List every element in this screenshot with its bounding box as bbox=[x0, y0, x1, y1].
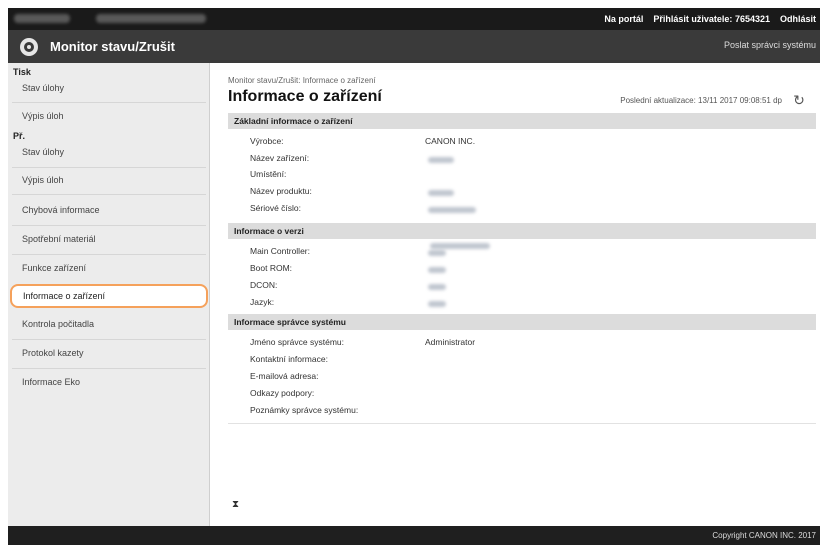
boot-rom-label: Boot ROM: bbox=[250, 263, 293, 273]
divider bbox=[12, 339, 206, 340]
sidebar-item-consumables[interactable]: Spotřební materiál bbox=[12, 228, 206, 250]
user-id: 7654321 bbox=[734, 14, 770, 24]
admin-notes-label: Poznámky správce systému: bbox=[250, 405, 359, 415]
login-user-label: Přihlásit uživatele: 7654321 bbox=[653, 14, 770, 24]
mail-to-admin-link[interactable]: Poslat správci systému bbox=[724, 40, 816, 50]
footer: Copyright CANON INC. 2017 bbox=[8, 526, 820, 545]
sidebar-item-counter-check[interactable]: Kontrola počitadla bbox=[12, 313, 206, 335]
sidebar-item-receive-job-log[interactable]: Výpis úloh bbox=[12, 169, 206, 191]
divider bbox=[12, 254, 206, 255]
admin-name-label: Jméno správce systému: bbox=[250, 337, 345, 347]
sidebar-group-print: Tisk bbox=[13, 67, 31, 77]
copyright: Copyright CANON INC. 2017 bbox=[712, 531, 816, 540]
divider bbox=[12, 102, 206, 103]
email-label: E-mailová adresa: bbox=[250, 371, 319, 381]
sidebar-group-receive: Př. bbox=[13, 131, 26, 141]
sidebar-item-print-job-log[interactable]: Výpis úloh bbox=[12, 105, 206, 127]
blurred-address bbox=[96, 14, 206, 23]
serial-number-value bbox=[428, 207, 476, 213]
page-title: Informace o zařízení bbox=[228, 88, 382, 105]
manufacturer-value: CANON INC. bbox=[425, 136, 476, 146]
main-controller-value bbox=[428, 250, 446, 256]
sidebar-item-print-job-status[interactable]: Stav úlohy bbox=[12, 77, 206, 99]
login-label: Přihlásit uživatele: bbox=[653, 14, 733, 24]
section-basic-info: Základní informace o zařízení bbox=[228, 113, 816, 129]
device-name-label: Název zařízení: bbox=[250, 153, 310, 163]
blurred-overlay bbox=[430, 243, 490, 249]
sidebar-item-device-features[interactable]: Funkce zařízení bbox=[12, 257, 206, 279]
sidebar-item-receive-job-status[interactable]: Stav úlohy bbox=[12, 141, 206, 163]
boot-rom-value bbox=[428, 267, 446, 273]
section-admin-info: Informace správce systému bbox=[228, 314, 816, 330]
dcon-value bbox=[428, 284, 446, 290]
product-name-label: Název produktu: bbox=[250, 186, 312, 196]
last-update-text: Poslední aktualizace: 13/11 2017 09:08:5… bbox=[620, 96, 782, 105]
divider bbox=[12, 194, 206, 195]
blurred-address bbox=[14, 14, 70, 23]
sidebar: Tisk Stav úlohy Výpis úloh Př. Stav úloh… bbox=[8, 63, 210, 526]
sidebar-item-device-info[interactable]: Informace o zařízení bbox=[10, 284, 208, 308]
device-name-value bbox=[428, 157, 454, 163]
location-label: Umístění: bbox=[250, 169, 287, 179]
contact-info-label: Kontaktní informace: bbox=[250, 354, 328, 364]
sidebar-item-cartridge-log[interactable]: Protokol kazety bbox=[12, 342, 206, 364]
home-icon[interactable] bbox=[20, 38, 38, 56]
divider bbox=[12, 225, 206, 226]
app-title: Monitor stavu/Zrušit bbox=[50, 39, 175, 54]
admin-name-value: Administrator bbox=[425, 337, 476, 347]
divider bbox=[12, 368, 206, 369]
browser-page: Na portál Přihlásit uživatele: 7654321 O… bbox=[8, 8, 820, 545]
portal-link[interactable]: Na portál bbox=[604, 14, 643, 24]
dcon-label: DCON: bbox=[250, 280, 278, 290]
breadcrumb: Monitor stavu/Zrušit: Informace o zaříze… bbox=[228, 76, 376, 85]
serial-number-label: Sériové číslo: bbox=[250, 203, 302, 213]
back-to-top-icon[interactable]: ⧗ bbox=[232, 499, 239, 510]
divider bbox=[12, 167, 206, 168]
divider bbox=[228, 423, 816, 424]
refresh-icon[interactable]: ↻ bbox=[791, 92, 807, 108]
section-version-info: Informace o verzi bbox=[228, 223, 816, 239]
top-bar: Na portál Přihlásit uživatele: 7654321 O… bbox=[8, 8, 820, 30]
title-bar: Monitor stavu/Zrušit Poslat správci syst… bbox=[8, 30, 820, 63]
language-value bbox=[428, 301, 446, 307]
language-label: Jazyk: bbox=[250, 297, 275, 307]
main-content: Monitor stavu/Zrušit: Informace o zaříze… bbox=[210, 63, 820, 526]
logout-link[interactable]: Odhlásit bbox=[780, 14, 816, 24]
support-links-label: Odkazy podpory: bbox=[250, 388, 315, 398]
sidebar-item-error-info[interactable]: Chybová informace bbox=[12, 199, 206, 221]
sidebar-item-eco-info[interactable]: Informace Eko bbox=[12, 371, 206, 393]
main-controller-label: Main Controller: bbox=[250, 246, 310, 256]
top-links: Na portál Přihlásit uživatele: 7654321 O… bbox=[604, 8, 816, 30]
product-name-value bbox=[428, 190, 454, 196]
manufacturer-label: Výrobce: bbox=[250, 136, 284, 146]
